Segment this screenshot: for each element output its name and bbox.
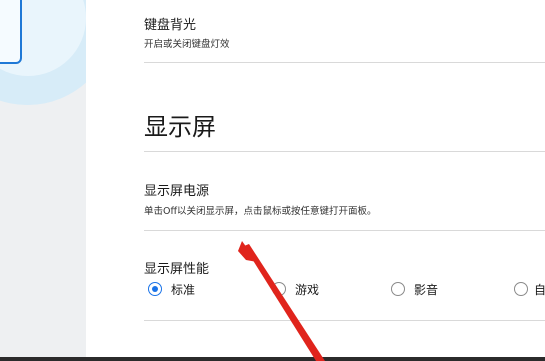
radio-option-custom[interactable]: 自	[514, 279, 545, 299]
display-performance-title: 显示屏性能	[144, 262, 210, 277]
radio-unselected-icon[interactable]	[391, 282, 405, 296]
taskbar-edge	[0, 357, 545, 361]
display-performance-radio-group: 标准 游戏 影音 自	[144, 279, 545, 299]
radio-label: 自	[534, 282, 545, 297]
radio-label: 影音	[414, 282, 439, 297]
radio-option-media[interactable]: 影音	[391, 279, 438, 299]
radio-option-gaming[interactable]: 游戏	[272, 279, 319, 299]
radio-label: 标准	[171, 282, 196, 297]
settings-main: 键盘背光 开启或关闭键盘灯效 显示屏 显示屏电源 单击Off以关闭显示屏，点击鼠…	[86, 0, 545, 361]
radio-option-standard[interactable]: 标准	[148, 279, 195, 299]
divider	[144, 151, 545, 152]
keyboard-backlight-title: 键盘背光	[144, 18, 197, 33]
radio-unselected-icon[interactable]	[272, 282, 286, 296]
keyboard-backlight-description: 开启或关闭键盘灯效	[144, 39, 230, 50]
device-illustration-panel	[0, 0, 86, 361]
display-power-title: 显示屏电源	[144, 184, 210, 199]
divider	[144, 230, 545, 231]
radio-selected-icon[interactable]	[148, 282, 162, 296]
display-section-heading: 显示屏	[144, 113, 216, 141]
divider	[144, 62, 545, 63]
divider	[144, 320, 545, 321]
display-power-description: 单击Off以关闭显示屏，点击鼠标或按任意键打开面板。	[144, 206, 377, 217]
radio-unselected-icon[interactable]	[514, 282, 528, 296]
radio-label: 游戏	[295, 282, 320, 297]
laptop-device-icon	[0, 0, 22, 64]
